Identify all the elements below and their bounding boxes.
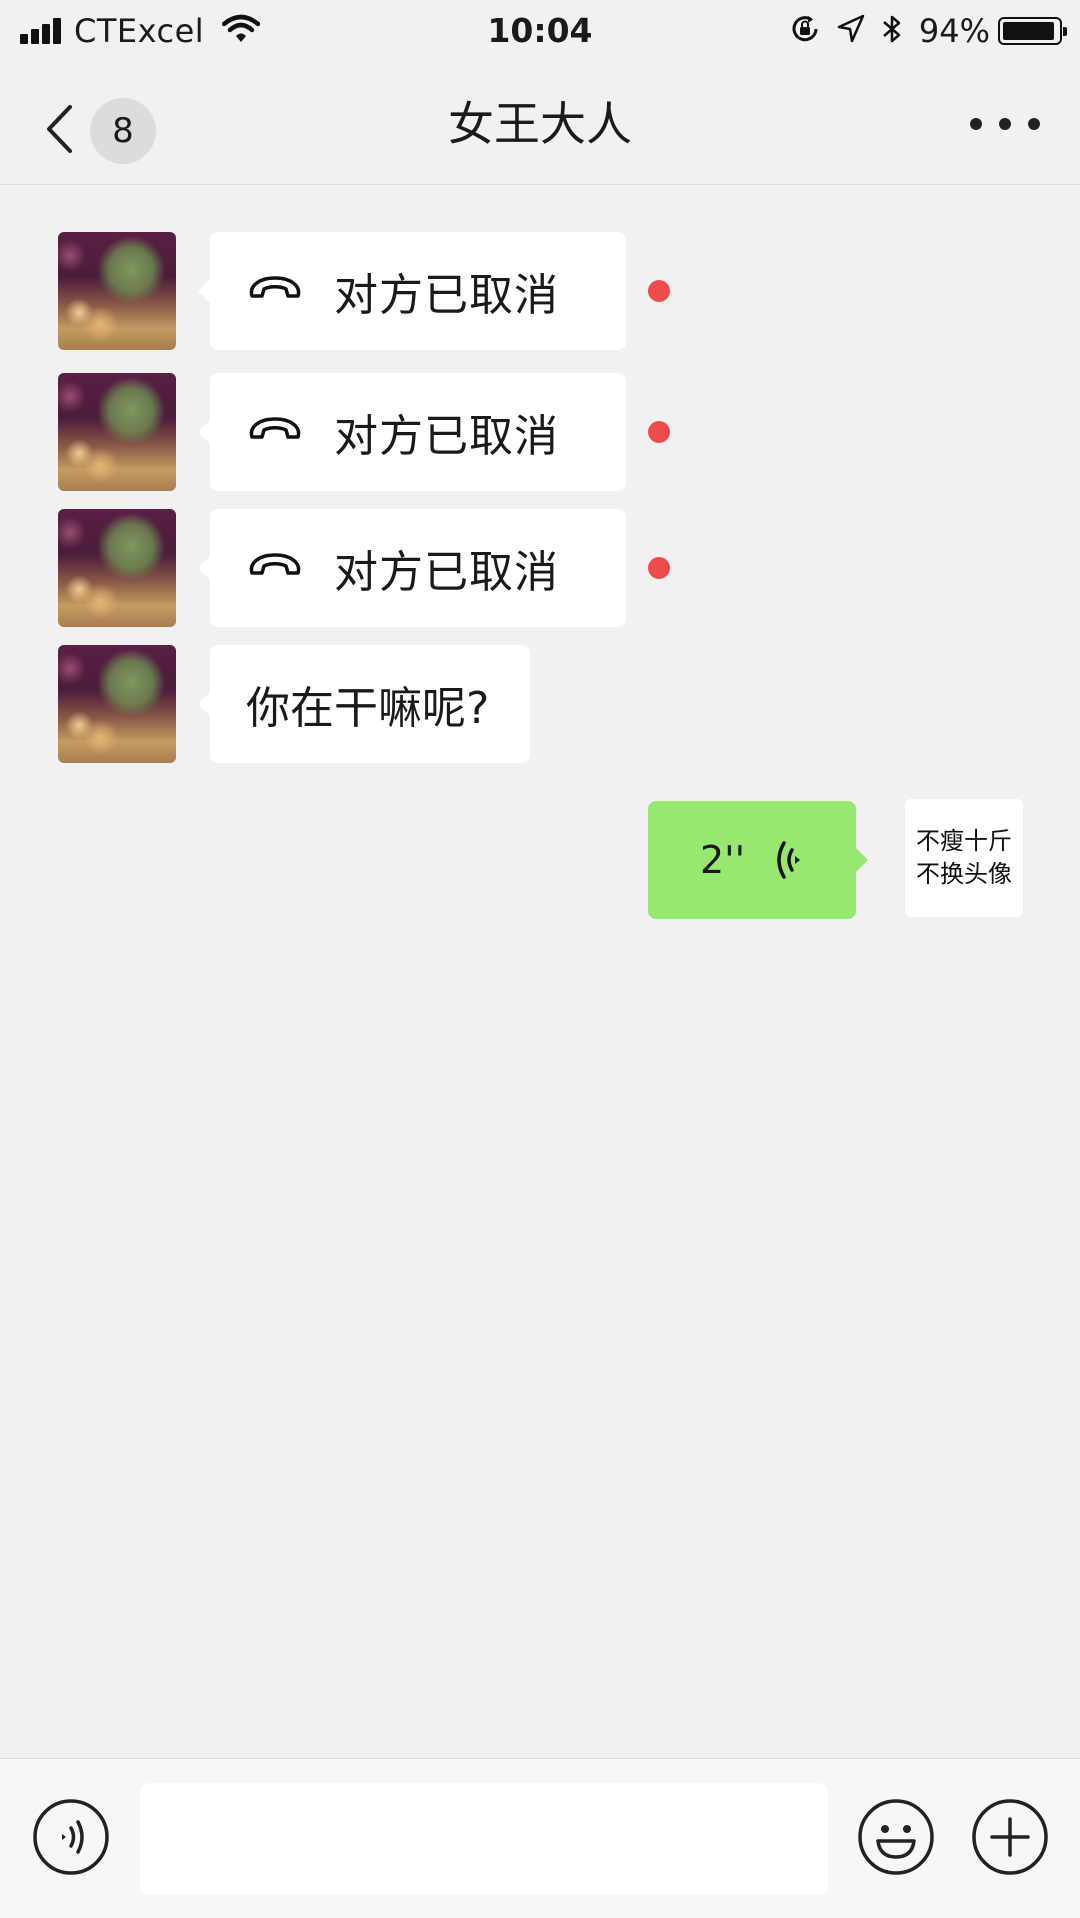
chevron-left-icon (44, 104, 74, 158)
emoji-button[interactable] (856, 1797, 936, 1877)
unread-dot (648, 280, 670, 302)
call-message-bubble[interactable]: 对方已取消 (198, 509, 626, 627)
call-message-bubble[interactable]: 对方已取消 (198, 373, 626, 491)
voice-wave-icon (771, 838, 805, 882)
status-right: 94% (773, 8, 1067, 54)
unread-dot (648, 557, 670, 579)
voice-message-bubble[interactable]: 2'' (648, 801, 868, 919)
my-avatar-text: 不瘦十斤 (916, 827, 1012, 855)
more-actions-button[interactable] (970, 1797, 1050, 1877)
phone-hangup-icon (246, 415, 304, 449)
voice-input-button[interactable] (31, 1797, 111, 1877)
chat-title: 女王大人 (448, 97, 632, 151)
status-left: CTExcel (20, 8, 261, 54)
voice-input-icon (31, 1799, 111, 1881)
emoji-icon (856, 1799, 936, 1881)
my-avatar[interactable]: 不瘦十斤 不换头像 (905, 799, 1023, 917)
message-text: 你在干嘛呢? (246, 683, 490, 734)
phone-hangup-icon (246, 274, 304, 308)
location-icon (837, 14, 865, 48)
contact-avatar[interactable] (58, 645, 176, 763)
plus-icon (970, 1799, 1050, 1881)
bluetooth-icon (881, 13, 903, 49)
unread-count-badge: 8 (90, 98, 156, 164)
call-status-text: 对方已取消 (334, 270, 559, 321)
call-status-text: 对方已取消 (334, 547, 559, 598)
unread-dot (648, 421, 670, 443)
voice-duration: 2'' (700, 838, 746, 882)
input-bar (0, 1758, 1080, 1918)
more-button[interactable] (970, 102, 1040, 146)
contact-avatar[interactable] (58, 509, 176, 627)
nav-bar: 8 女王大人 (0, 62, 1080, 185)
phone-hangup-icon (246, 551, 304, 585)
call-status-text: 对方已取消 (334, 411, 559, 462)
more-icon (970, 118, 982, 130)
message-input[interactable] (140, 1783, 828, 1895)
back-button[interactable]: 8 (44, 96, 174, 166)
carrier-name: CTExcel (74, 12, 205, 50)
text-message-bubble[interactable]: 你在干嘛呢? (198, 645, 530, 763)
status-bar: CTExcel 10:04 94% (0, 0, 1080, 62)
contact-avatar[interactable] (58, 373, 176, 491)
my-avatar-text: 不换头像 (916, 860, 1012, 888)
wifi-icon (221, 14, 261, 48)
battery-percent: 94% (918, 12, 990, 50)
call-message-bubble[interactable]: 对方已取消 (198, 232, 626, 350)
signal-icon (20, 18, 64, 44)
orientation-lock-icon (789, 13, 821, 49)
battery-icon (998, 17, 1067, 45)
contact-avatar[interactable] (58, 232, 176, 350)
